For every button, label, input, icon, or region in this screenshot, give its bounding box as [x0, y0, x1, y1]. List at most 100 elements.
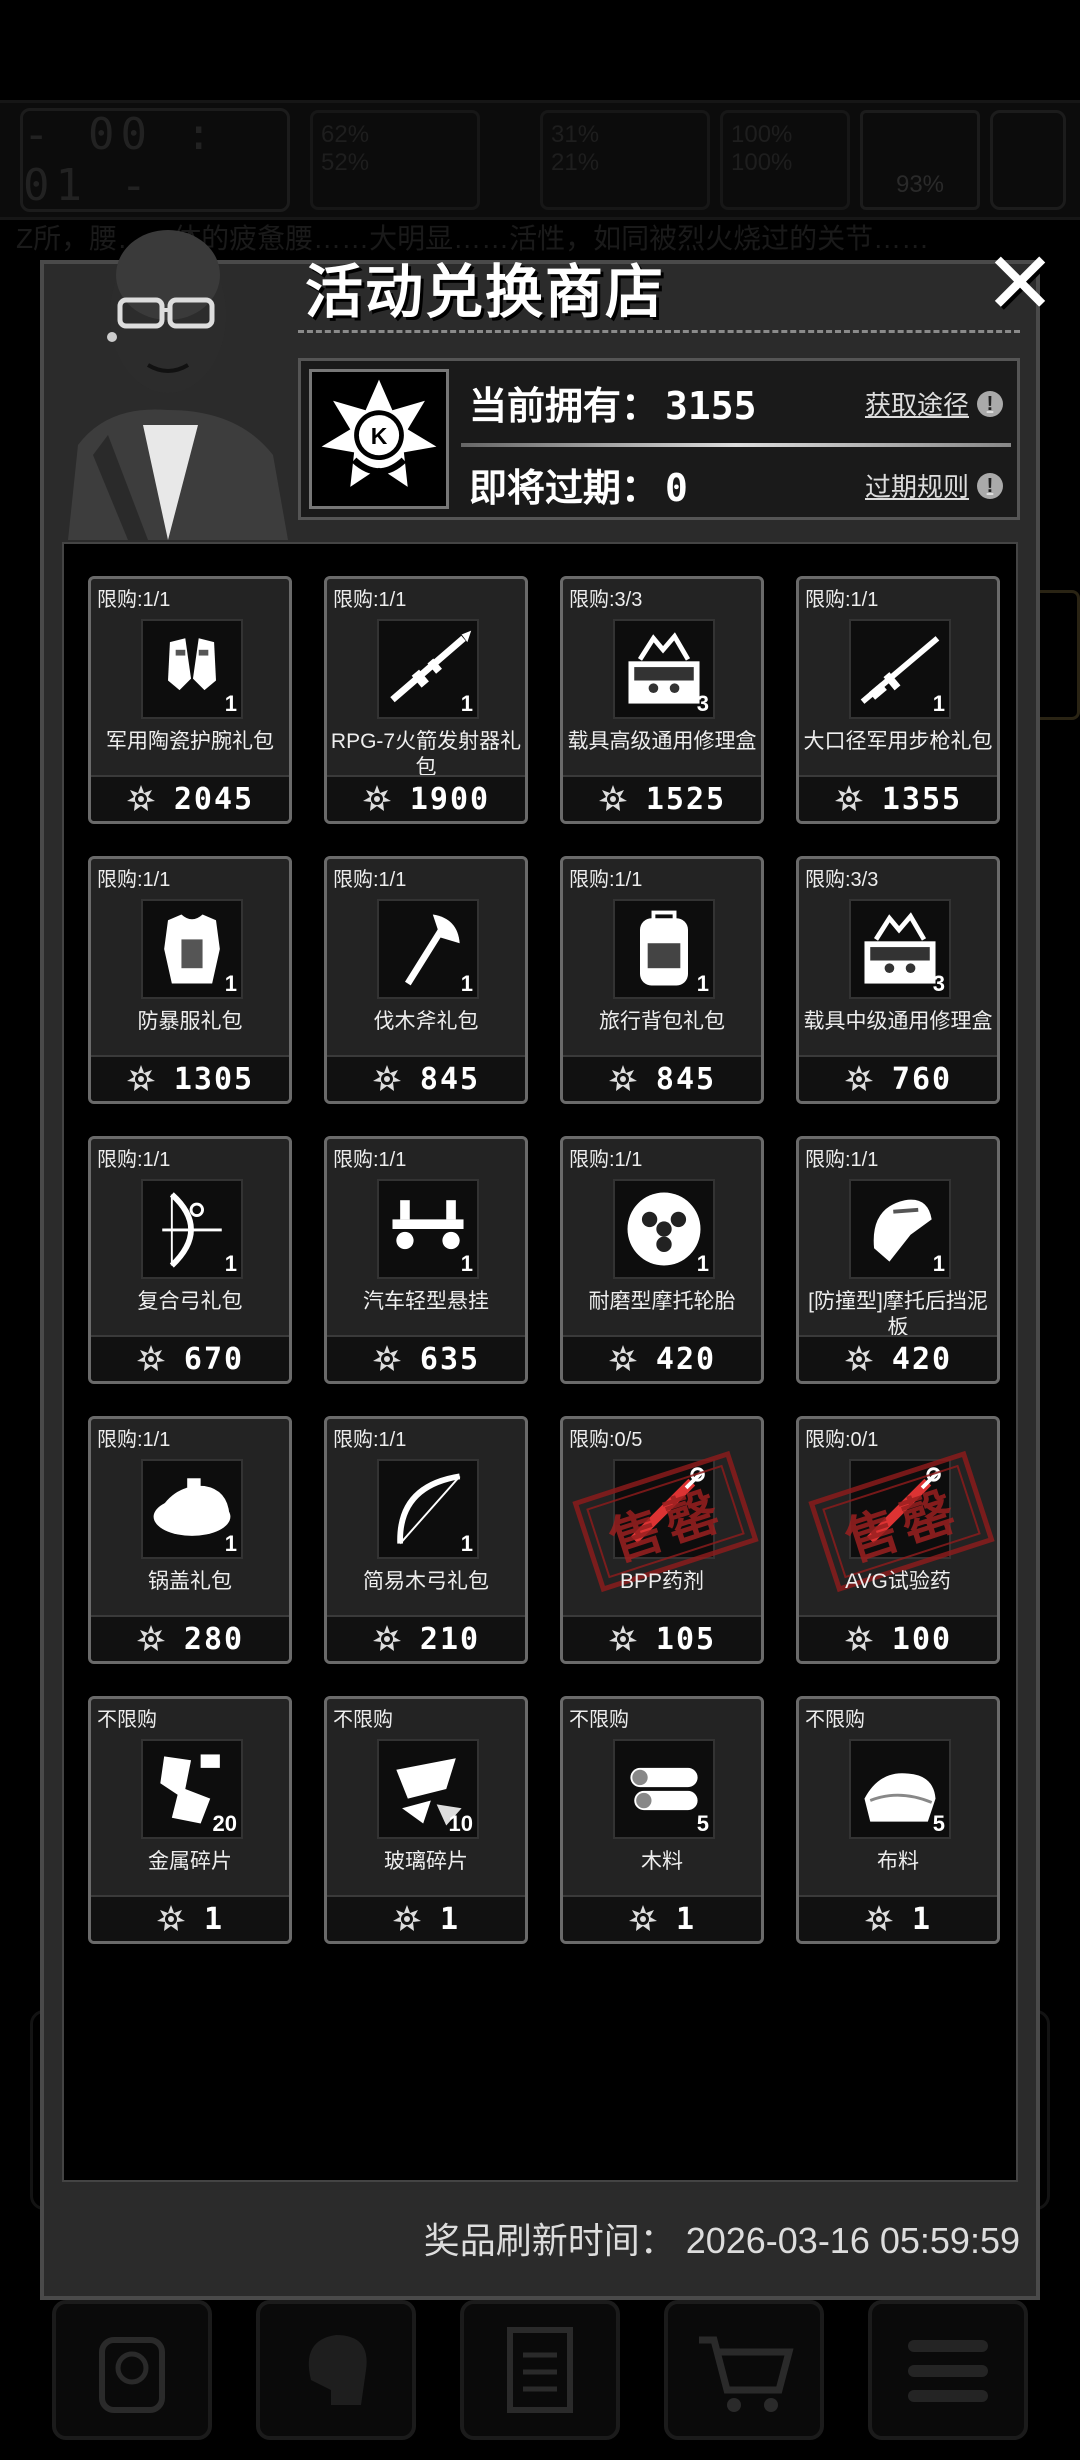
price-value: 1	[203, 1901, 225, 1937]
shop-item-card[interactable]: 不限购 20 金属碎片 1	[88, 1696, 292, 1944]
shop-item-card[interactable]: 限购:1/1 1 伐木斧礼包 845	[324, 856, 528, 1104]
item-icon-frame: 1	[377, 1459, 479, 1559]
stat-box: 31% 21%	[540, 110, 710, 210]
get-source-link[interactable]: 获取途径!	[865, 385, 1003, 422]
item-name: 玻璃碎片	[384, 1850, 468, 1873]
shop-item-card[interactable]: 限购:0/1 售罄 AVG试验药 100	[796, 1416, 1000, 1664]
token-icon	[126, 1065, 155, 1091]
item-name: 防暴服礼包	[137, 1010, 243, 1033]
item-price: 210	[327, 1615, 525, 1661]
purchase-limit: 限购:1/1	[569, 1149, 643, 1171]
price-value: 845	[655, 1061, 717, 1097]
brain-tab[interactable]	[256, 2300, 416, 2440]
expire-rule-link[interactable]: 过期规则!	[865, 467, 1003, 504]
item-icon-frame: 1	[849, 619, 951, 719]
backpack-tab[interactable]	[52, 2300, 212, 2440]
item-name: 军用陶瓷护腕礼包	[106, 730, 274, 753]
item-icon-frame: 20	[141, 1739, 243, 1839]
purchase-limit: 限购:1/1	[569, 869, 643, 891]
shop-item-card[interactable]: 不限购 5 布料 1	[796, 1696, 1000, 1944]
shop-item-card[interactable]: 不限购 10 玻璃碎片 1	[324, 1696, 528, 1944]
token-icon	[372, 1065, 401, 1091]
shop-item-card[interactable]: 限购:3/3 3 载具中级通用修理盒 760	[796, 856, 1000, 1104]
shop-item-card[interactable]: 限购:3/3 3 载具高级通用修理盒 1525	[560, 576, 764, 824]
item-name: 简易木弓礼包	[363, 1570, 489, 1593]
item-quantity: 1	[460, 1531, 473, 1556]
token-icon	[156, 1905, 185, 1931]
purchase-limit: 限购:1/1	[97, 869, 171, 891]
item-icon-frame: 5	[613, 1739, 715, 1839]
item-quantity: 1	[696, 1251, 709, 1276]
item-quantity: 3	[932, 971, 945, 996]
item-quantity: 1	[932, 691, 945, 716]
purchase-limit: 限购:1/1	[97, 1429, 171, 1451]
item-quantity: 5	[932, 1811, 945, 1836]
price-value: 635	[419, 1341, 481, 1377]
owned-value: 3155	[665, 384, 757, 428]
shop-item-card[interactable]: 限购:1/1 1 汽车轻型悬挂 635	[324, 1136, 528, 1384]
item-price: 635	[327, 1335, 525, 1381]
shop-item-card[interactable]: 限购:1/1 1 简易木弓礼包 210	[324, 1416, 528, 1664]
item-price: 1	[799, 1895, 997, 1941]
token-icon	[844, 1625, 873, 1651]
info-icon: !	[977, 472, 1003, 499]
shop-item-card[interactable]: 限购:1/1 1 复合弓礼包 670	[88, 1136, 292, 1384]
price-value: 100	[891, 1621, 953, 1657]
shop-item-card[interactable]: 限购:1/1 1 [防撞型]摩托后挡泥板 420	[796, 1136, 1000, 1384]
shop-item-card[interactable]: 限购:1/1 1 防暴服礼包 1305	[88, 856, 292, 1104]
item-quantity: 10	[448, 1811, 473, 1836]
item-name: 耐磨型摩托轮胎	[588, 1290, 736, 1313]
shop-item-card[interactable]: 限购:1/1 1 锅盖礼包 280	[88, 1416, 292, 1664]
item-icon-frame: 1	[141, 619, 243, 719]
token-icon	[844, 1065, 873, 1091]
price-value: 420	[891, 1341, 953, 1377]
shop-item-card[interactable]: 限购:1/1 1 RPG-7火箭发射器礼包 1900	[324, 576, 528, 824]
price-value: 210	[419, 1621, 481, 1657]
refresh-time: 奖品刷新时间： 2026-03-16 05:59:59	[423, 2220, 1020, 2261]
wallet-divider	[461, 443, 1011, 447]
shop-item-card[interactable]: 限购:1/1 1 耐磨型摩托轮胎 420	[560, 1136, 764, 1384]
item-price: 280	[91, 1615, 289, 1661]
purchase-limit: 限购:3/3	[569, 589, 643, 611]
item-icon-frame: 1	[849, 1179, 951, 1279]
shop-item-card[interactable]: 限购:1/1 1 大口径军用步枪礼包 1355	[796, 576, 1000, 824]
status-percent: 93%	[860, 110, 980, 210]
token-icon	[834, 785, 863, 811]
price-value: 1	[439, 1901, 461, 1937]
token-icon	[372, 1345, 401, 1371]
item-name: 汽车轻型悬挂	[363, 1290, 489, 1313]
item-price: 1	[563, 1895, 761, 1941]
price-value: 1	[675, 1901, 697, 1937]
backpack-icon	[99, 2337, 165, 2413]
close-button[interactable]: ✕	[980, 241, 1060, 328]
item-name: 载具中级通用修理盒	[803, 1010, 993, 1033]
get-source-label: 获取途径	[864, 390, 969, 420]
item-quantity: 3	[696, 691, 709, 716]
price-value: 280	[183, 1621, 245, 1657]
stat-box: 100% 100%	[720, 110, 850, 210]
item-name: AVG试验药	[845, 1570, 951, 1593]
item-icon-frame: 1	[613, 1179, 715, 1279]
bottom-nav	[0, 2280, 1080, 2460]
item-price: 2045	[91, 775, 289, 821]
item-icon-frame: 1	[377, 1179, 479, 1279]
item-name: 伐木斧礼包	[373, 1010, 479, 1033]
journal-tab[interactable]	[460, 2300, 620, 2440]
token-icon	[362, 785, 391, 811]
shop-item-card[interactable]: 限购:1/1 1 军用陶瓷护腕礼包 2045	[88, 576, 292, 824]
shop-tab[interactable]	[664, 2300, 824, 2440]
token-icon	[136, 1345, 165, 1371]
purchase-limit: 限购:1/1	[97, 589, 171, 611]
item-quantity: 1	[460, 1251, 473, 1276]
item-price: 845	[563, 1055, 761, 1101]
event-token-icon: K	[309, 369, 449, 509]
shop-item-card[interactable]: 不限购 5 木料 1	[560, 1696, 764, 1944]
menu-tab[interactable]	[868, 2300, 1028, 2440]
item-name: 载具高级通用修理盒	[567, 730, 757, 753]
shop-item-card[interactable]: 限购:0/5 售罄 BPP药剂 105	[560, 1416, 764, 1664]
purchase-limit: 限购:3/3	[805, 869, 879, 891]
purchase-limit: 限购:1/1	[333, 869, 407, 891]
item-icon-frame: 10	[377, 1739, 479, 1839]
price-value: 1355	[881, 781, 963, 817]
shop-item-card[interactable]: 限购:1/1 1 旅行背包礼包 845	[560, 856, 764, 1104]
